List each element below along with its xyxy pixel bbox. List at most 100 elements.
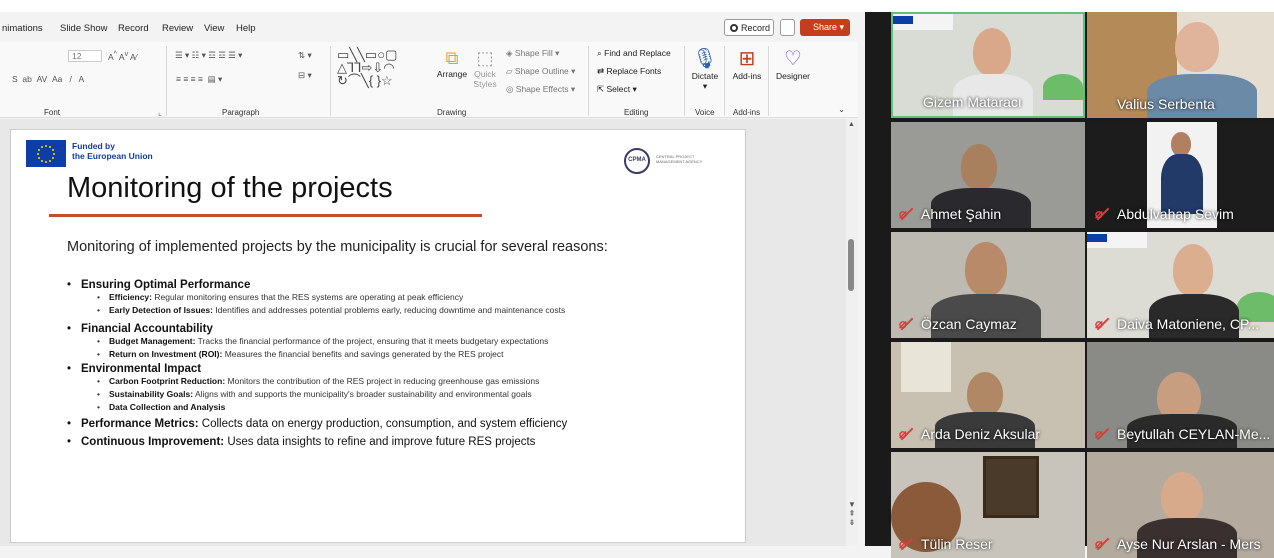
share-button[interactable]: Share ▾ [800,19,850,36]
muted-mic-icon: ⌀ [899,317,913,331]
designer-button[interactable]: ♡ Designer [774,46,812,81]
tab-review[interactable]: Review [162,23,193,34]
eu-flag-icon [26,140,66,167]
slide-intro: Monitoring of implemented projects by th… [67,239,608,255]
select-label: Select [606,84,631,94]
quick-styles-button[interactable]: ⬚ Quick Styles [470,48,500,89]
vertical-scrollbar[interactable]: ▲ [846,119,858,546]
shape-fill-button[interactable]: ◈ Shape Fill ▾ [506,48,559,59]
bullet-heading: Performance Metrics: [81,418,199,430]
collapse-ribbon-icon[interactable]: ⌄ [838,104,845,115]
muted-mic-icon: ⌀ [1095,537,1109,551]
shape-outline-button[interactable]: ▱ Shape Outline ▾ [506,66,575,77]
divider [684,46,685,116]
group-editing-label: Editing [624,108,649,117]
bullet-item: Environmental Impact [67,363,707,375]
arrange-button[interactable]: ⧉ Arrange [434,48,470,79]
scroll-up-icon[interactable]: ▲ [848,121,855,128]
font-dialog-icon[interactable]: ⌞ [158,107,162,118]
addins-icon: ⊞ [738,48,756,70]
font-grow-icon[interactable]: A^ Av A⁄ [108,50,137,62]
participant-tile[interactable]: ⌀ Beytullah CEYLAN-Me... [1087,342,1274,448]
tab-record[interactable]: Record [118,23,149,34]
replace-fonts-label: Replace Fonts [606,66,662,76]
scrollbar-thumb[interactable] [848,239,854,291]
select-button[interactable]: ⇱ Select ▾ [597,84,637,95]
bullet-heading: Ensuring Optimal Performance [81,279,251,291]
sub-bullet-text: Measures the financial benefits and savi… [222,349,504,359]
tab-view[interactable]: View [204,23,224,34]
tab-slide-show[interactable]: Slide Show [60,23,108,34]
designer-label: Designer [775,71,811,81]
sub-bullet: Budget Management: Tracks the financial … [67,336,707,347]
sub-bullet: Return on Investment (ROI): Measures the… [67,349,707,360]
shapes-gallery-icon[interactable]: ▭╲╲▭○▢ △⅂⅂⇨⇩◠ ↻⌒╲{ }☆ [337,48,397,87]
sub-bullet-text: Identifies and addresses potential probl… [212,305,566,315]
muted-mic-icon: ⌀ [899,427,913,441]
slide-title: Monitoring of the projects [67,172,393,204]
shape-fill-label: Shape Fill [514,48,553,58]
sub-bullet: Efficiency: Regular monitoring ensures t… [67,292,707,303]
slide-canvas[interactable]: Funded by the European Union CPMA CENTRA… [10,129,746,543]
group-addins-label: Add-ins [733,108,761,117]
sub-bullet-bold: Budget Management: [109,336,196,346]
video-gallery: Gizem Mataracı Valius Serbenta ⌀ Ahmet Ş… [865,12,1274,558]
text-direction-icon[interactable]: ⇅ ▾ [298,50,312,61]
title-underline [49,214,482,217]
funded-line-1: Funded by [72,141,115,151]
muted-mic-icon: ⌀ [1095,427,1109,441]
participant-tile[interactable]: ⌀ Özcan Caymaz [891,232,1085,338]
sub-bullet-text: Tracks the financial performance of the … [195,336,549,346]
participant-tile[interactable]: Gizem Mataracı [891,12,1085,118]
find-replace-button[interactable]: ⌕ Find and Replace [597,48,671,59]
addins-button[interactable]: ⊞ Add-ins [730,46,764,81]
sub-bullet: Data Collection and Analysis [67,403,707,413]
ribbon: 12 A^ Av A⁄ S ab AV Aa / A Font ⌞ ☰ ▾ ☷ … [0,42,858,118]
shape-effects-button[interactable]: ◎ Shape Effects ▾ [506,84,575,95]
participant-tile[interactable]: ⌀ Arda Deniz Aksular [891,342,1085,448]
group-font-label: Font [44,108,61,117]
replace-fonts-button[interactable]: ⇄ Replace Fonts [597,66,661,77]
record-icon [730,24,738,32]
sub-bullet: Sustainability Goals: Aligns with and su… [67,390,707,400]
tab-animations[interactable]: nimations [2,23,43,34]
align-text-icon[interactable]: ⊟ ▾ [298,70,312,81]
sub-bullet-bold: Early Detection of Issues: [109,305,213,315]
align-icons[interactable]: ≡ ≡ ≡ ≡ ▤ ▾ [176,74,222,85]
bullet-heading: Continuous Improvement: [81,436,225,448]
comments-button[interactable] [780,19,795,36]
sub-bullet-bold: Efficiency: [109,292,152,302]
participant-name: Daiva Matoniene, CP... [1117,316,1260,332]
bullet-heading: Environmental Impact [81,363,202,375]
slide-editing-area: Funded by the European Union CPMA CENTRA… [0,119,858,546]
record-button[interactable]: Record [724,19,774,36]
tab-help[interactable]: Help [236,23,256,34]
shape-outline-label: Shape Outline [514,66,569,76]
muted-mic-icon: ⌀ [899,537,913,551]
participant-tile[interactable]: ⌀ Abdulvahap Sevim [1087,122,1274,228]
font-format-icons[interactable]: S ab AV Aa / A [12,74,84,84]
dictate-label: Dictate [691,71,719,81]
participant-name: Beytullah CEYLAN-Me... [1117,426,1271,442]
divider [588,46,589,116]
record-label: Record [741,23,771,33]
arrange-label: Arrange [436,69,468,79]
list-icons[interactable]: ☰ ▾ ☷ ▾ ☲ ☲ ☰ ▾ [175,50,242,61]
participant-tile[interactable]: ⌀ Ayse Nur Arslan - Mers [1087,452,1274,558]
participant-tile[interactable]: ⌀ Daiva Matoniene, CP... [1087,232,1274,338]
bullet-item: Financial Accountability [67,323,707,335]
cpma-logo-text: CENTRAL PROJECT MANAGEMENT AGENCY [656,154,703,164]
font-size-box[interactable]: 12 [68,50,102,62]
participant-name: Arda Deniz Aksular [921,426,1041,442]
sub-bullet-bold: Carbon Footprint Reduction: [109,376,226,386]
divider [330,46,331,116]
participant-tile[interactable]: ⌀ Tülin Reser [891,452,1085,558]
participant-tile[interactable]: ⌀ Ahmet Şahin [891,122,1085,228]
funded-by-eu-label: Funded by the European Union [72,141,153,161]
dictate-button[interactable]: 🎙 Dictate ▾ [690,46,720,92]
muted-mic-icon: ⌀ [1095,317,1109,331]
participant-tile[interactable]: Valius Serbenta [1087,12,1274,118]
slide-nav-arrows[interactable]: ▼ ⇞ ⇟ [846,500,858,540]
arrange-icon: ⧉ [445,48,459,68]
divider [166,46,167,116]
